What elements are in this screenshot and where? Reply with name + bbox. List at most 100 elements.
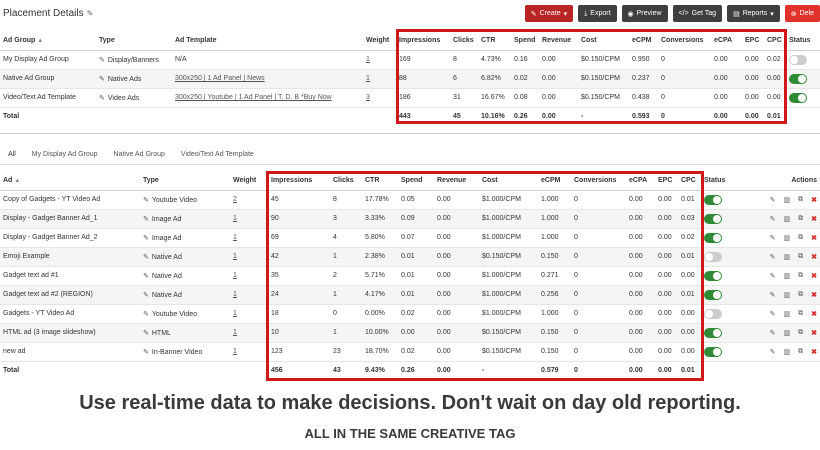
column-header-ctr[interactable]: CTR: [478, 31, 511, 50]
status-toggle[interactable]: [704, 327, 722, 338]
status-toggle[interactable]: [789, 92, 807, 103]
delete-icon[interactable]: ✖: [811, 272, 817, 280]
status-toggle[interactable]: [704, 213, 722, 224]
pencil-icon[interactable]: ✎: [143, 216, 149, 223]
status-toggle[interactable]: [704, 232, 722, 243]
reports-button[interactable]: ▤ Reports ▾: [727, 5, 780, 22]
edit-icon[interactable]: ✎: [770, 329, 776, 337]
ad-template-link[interactable]: 300x250 | 1 Ad Panel | News: [175, 75, 265, 82]
column-header-clicks[interactable]: Clicks: [330, 171, 362, 190]
column-header-cost[interactable]: Cost: [479, 171, 538, 190]
column-header-revenue[interactable]: Revenue: [434, 171, 479, 190]
delete-icon[interactable]: ✖: [811, 196, 817, 204]
weight-value[interactable]: 1: [366, 75, 370, 82]
edit-icon[interactable]: ✎: [770, 196, 776, 204]
column-header-status[interactable]: Status: [701, 171, 736, 190]
pencil-icon[interactable]: ✎: [143, 330, 149, 337]
delete-icon[interactable]: ✖: [811, 234, 817, 242]
bar-chart-icon[interactable]: ▥: [784, 291, 791, 299]
weight-value[interactable]: 1: [233, 329, 237, 336]
edit-icon[interactable]: ✎: [770, 215, 776, 223]
weight-value[interactable]: 1: [233, 291, 237, 298]
copy-icon[interactable]: ⧉: [798, 196, 803, 204]
column-header-spend[interactable]: Spend: [511, 31, 539, 50]
status-toggle[interactable]: [704, 270, 722, 281]
column-header-revenue[interactable]: Revenue: [539, 31, 578, 50]
export-button[interactable]: ⤓ Export: [578, 5, 617, 22]
create-button[interactable]: ✎ Create ▾: [524, 5, 574, 22]
copy-icon[interactable]: ⧉: [798, 310, 803, 318]
preview-button[interactable]: ◉ Preview: [621, 5, 668, 22]
pencil-icon[interactable]: ✎: [143, 273, 149, 280]
delete-icon[interactable]: ✖: [811, 253, 817, 261]
weight-value[interactable]: 1: [233, 215, 237, 222]
weight-value[interactable]: 1: [233, 348, 237, 355]
delete-button[interactable]: ⊗ Dele: [784, 5, 820, 22]
column-header-ecpm[interactable]: eCPM: [538, 171, 571, 190]
bar-chart-icon[interactable]: ▥: [784, 196, 791, 204]
weight-value[interactable]: 1: [366, 56, 370, 63]
column-header-ctr[interactable]: CTR: [362, 171, 398, 190]
weight-value[interactable]: 1: [233, 272, 237, 279]
bar-chart-icon[interactable]: ▥: [784, 329, 791, 337]
pencil-icon[interactable]: ✎: [99, 76, 105, 83]
column-header-ecpa[interactable]: eCPA: [626, 171, 655, 190]
column-header-weight[interactable]: Weight: [363, 31, 396, 50]
pencil-icon[interactable]: ✎: [143, 311, 149, 318]
edit-icon[interactable]: ✎: [770, 253, 776, 261]
delete-icon[interactable]: ✖: [811, 348, 817, 356]
column-header-ecpm[interactable]: eCPM: [629, 31, 658, 50]
column-header-conversions[interactable]: Conversions: [658, 31, 711, 50]
tab-my-display-ad-group[interactable]: My Display Ad Group: [24, 143, 106, 165]
column-header-cpc[interactable]: CPC: [764, 31, 786, 50]
status-toggle[interactable]: [704, 289, 722, 300]
status-toggle[interactable]: [789, 73, 807, 84]
edit-icon[interactable]: ✎: [770, 272, 776, 280]
pencil-icon[interactable]: ✎: [143, 292, 149, 299]
column-header-ecpa[interactable]: eCPA: [711, 31, 742, 50]
pencil-icon[interactable]: ✎: [143, 349, 149, 356]
pencil-icon[interactable]: ✎: [99, 57, 105, 64]
weight-value[interactable]: 1: [233, 310, 237, 317]
column-header-ad-group[interactable]: Ad Group ▲: [0, 31, 96, 50]
column-header-type[interactable]: Type: [140, 171, 230, 190]
column-header-conversions[interactable]: Conversions: [571, 171, 626, 190]
status-toggle[interactable]: [704, 194, 722, 205]
status-toggle[interactable]: [704, 308, 722, 319]
edit-icon[interactable]: ✎: [770, 348, 776, 356]
edit-icon[interactable]: ✎: [770, 234, 776, 242]
column-header-cpc[interactable]: CPC: [678, 171, 701, 190]
column-header-weight[interactable]: Weight: [230, 171, 268, 190]
delete-icon[interactable]: ✖: [811, 291, 817, 299]
column-header-type[interactable]: Type: [96, 31, 172, 50]
column-header-spend[interactable]: Spend: [398, 171, 434, 190]
column-header-impressions[interactable]: Impressions: [268, 171, 330, 190]
weight-value[interactable]: 1: [233, 253, 237, 260]
column-header-epc[interactable]: EPC: [742, 31, 764, 50]
bar-chart-icon[interactable]: ▥: [784, 310, 791, 318]
delete-icon[interactable]: ✖: [811, 329, 817, 337]
copy-icon[interactable]: ⧉: [798, 329, 803, 337]
copy-icon[interactable]: ⧉: [798, 253, 803, 261]
copy-icon[interactable]: ⧉: [798, 348, 803, 356]
copy-icon[interactable]: ⧉: [798, 215, 803, 223]
tab-all[interactable]: All: [0, 143, 24, 165]
pencil-icon[interactable]: ✎: [143, 254, 149, 261]
pencil-icon[interactable]: ✎: [143, 235, 149, 242]
bar-chart-icon[interactable]: ▥: [784, 272, 791, 280]
weight-value[interactable]: 1: [233, 234, 237, 241]
delete-icon[interactable]: ✖: [811, 310, 817, 318]
column-header-ad[interactable]: Ad ▲: [0, 171, 140, 190]
weight-value[interactable]: 3: [366, 94, 370, 101]
column-header-actions[interactable]: Actions: [736, 171, 820, 190]
ad-template-link[interactable]: 300x250 | Youtube | 1 Ad Panel | T. D. B…: [175, 94, 332, 101]
edit-icon[interactable]: ✎: [770, 291, 776, 299]
pencil-icon[interactable]: ✎: [143, 197, 149, 204]
tab-video-text-ad-template[interactable]: Video/Text Ad Template: [173, 143, 262, 165]
column-header-impressions[interactable]: Impressions: [396, 31, 450, 50]
bar-chart-icon[interactable]: ▥: [784, 234, 791, 242]
column-header-status[interactable]: Status: [786, 31, 820, 50]
copy-icon[interactable]: ⧉: [798, 272, 803, 280]
status-toggle[interactable]: [704, 346, 722, 357]
edit-icon[interactable]: ✎: [770, 310, 776, 318]
